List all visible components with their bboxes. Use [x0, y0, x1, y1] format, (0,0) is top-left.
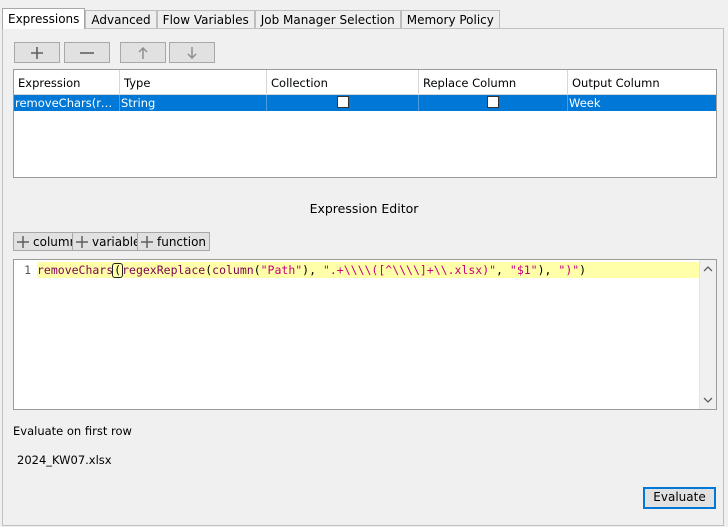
table-header: Expression Type Collection Replace Colum… — [14, 70, 716, 95]
evaluate-label: Evaluate on first row — [13, 424, 132, 438]
code-token: column — [212, 263, 254, 277]
chevron-up-icon[interactable] — [703, 264, 713, 274]
column-header-expression[interactable]: Expression — [14, 70, 120, 94]
tab-expressions[interactable]: Expressions — [2, 8, 86, 29]
tab-flow-variables[interactable]: Flow Variables — [156, 10, 255, 29]
column-header-collection[interactable]: Collection — [267, 70, 419, 94]
insert-function-label: function — [157, 234, 207, 249]
code-token: "$1" — [509, 263, 538, 277]
evaluation-result: 2024_KW07.xlsx — [17, 453, 112, 467]
cell-expression[interactable]: removeChars(rege... — [14, 95, 120, 111]
code-token: regexReplace — [122, 263, 206, 277]
tab-job-manager-selection[interactable]: Job Manager Selection — [254, 10, 401, 29]
column-header-type[interactable]: Type — [120, 70, 267, 94]
insert-function-button[interactable]: function — [137, 232, 211, 251]
table-row[interactable]: removeChars(rege... String Week — [14, 95, 716, 111]
code-token: removeChars — [37, 263, 114, 277]
code-token: ( — [253, 263, 261, 277]
tab-bar: Expressions Advanced Flow Variables Job … — [2, 8, 500, 29]
insert-variable-label: variable — [92, 234, 141, 249]
cell-collection[interactable] — [267, 95, 419, 111]
code-token: ".+\\\\([^\\\\]+\\.xlsx)" — [322, 263, 497, 277]
editor-vertical-scrollbar[interactable] — [699, 260, 716, 409]
cell-output-column[interactable]: Week — [568, 95, 716, 111]
code-token: ), — [302, 263, 323, 277]
expressions-table: Expression Type Collection Replace Colum… — [13, 69, 717, 178]
insert-variable-button[interactable]: variable — [72, 232, 145, 251]
code-token: "Path" — [260, 263, 303, 277]
expression-code-editor[interactable]: 1 removeChars(regexReplace(column("Path"… — [13, 259, 717, 410]
chevron-down-icon[interactable] — [703, 395, 713, 405]
insert-column-label: column — [33, 234, 78, 249]
cell-replace-column[interactable] — [419, 95, 568, 111]
replace-column-checkbox[interactable] — [487, 96, 499, 108]
tab-advanced[interactable]: Advanced — [85, 10, 157, 29]
plus-icon — [76, 235, 88, 248]
collection-checkbox[interactable] — [337, 96, 349, 108]
move-down-button[interactable] — [169, 42, 215, 63]
arrow-up-icon — [138, 46, 148, 59]
plus-icon — [141, 235, 153, 248]
add-expression-button[interactable] — [14, 42, 60, 63]
column-header-replace-column[interactable]: Replace Column — [419, 70, 568, 94]
code-token: , — [496, 263, 510, 277]
code-token: ) — [579, 263, 587, 277]
code-line[interactable]: removeChars(regexReplace(column("Path"),… — [37, 262, 699, 278]
insert-column-button[interactable]: column — [13, 232, 82, 251]
move-up-button[interactable] — [120, 42, 166, 63]
tab-memory-policy[interactable]: Memory Policy — [400, 10, 500, 29]
expression-editor-title: Expression Editor — [309, 201, 419, 216]
evaluate-button[interactable]: Evaluate — [643, 487, 716, 509]
evaluate-button-label: Evaluate — [653, 490, 706, 504]
code-token: ")" — [558, 263, 580, 277]
minus-icon — [80, 51, 94, 54]
remove-expression-button[interactable] — [64, 42, 110, 63]
cell-type[interactable]: String — [120, 95, 267, 111]
line-number-gutter: 1 — [14, 260, 36, 409]
code-token: ), — [537, 263, 559, 277]
arrow-down-icon — [187, 46, 197, 59]
column-header-output-column[interactable]: Output Column — [568, 70, 716, 94]
line-number: 1 — [24, 263, 31, 277]
plus-icon — [17, 235, 29, 248]
plus-icon — [31, 46, 43, 59]
